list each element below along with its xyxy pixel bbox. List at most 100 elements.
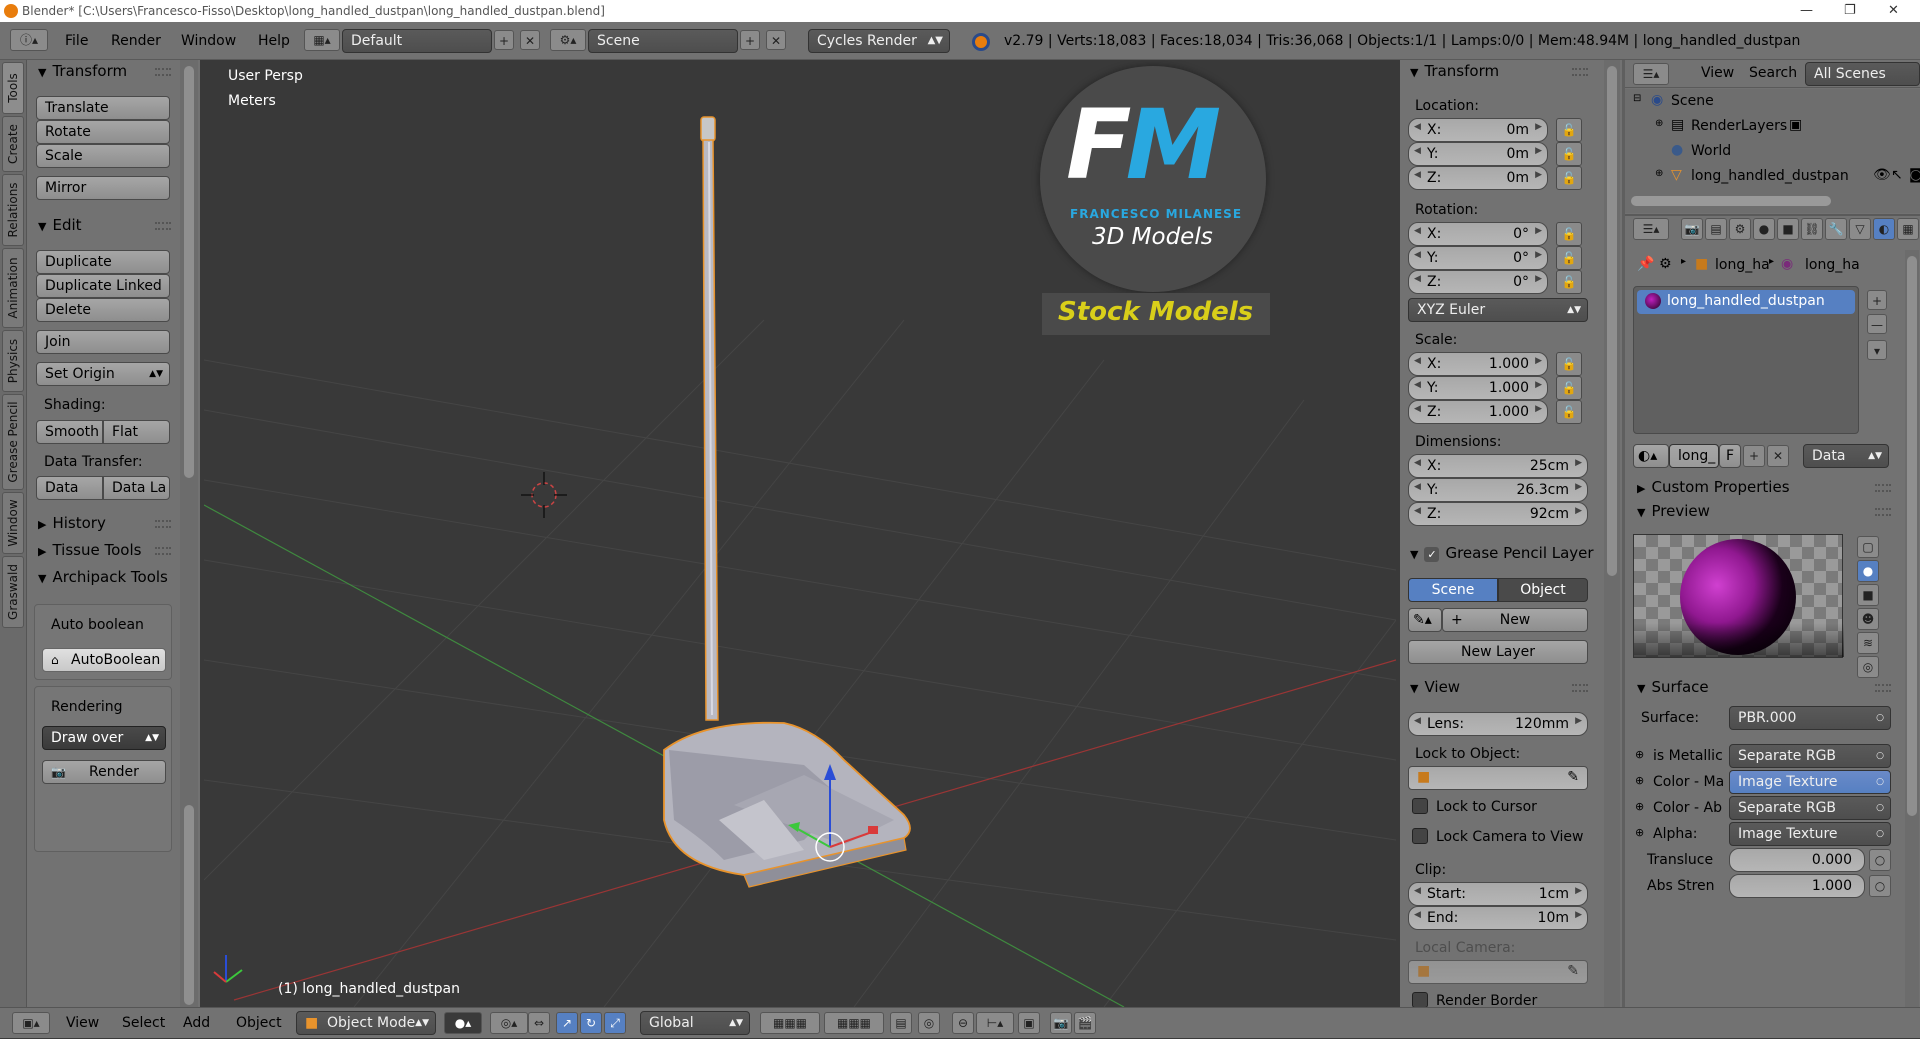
preview-cube-icon[interactable]: ■ xyxy=(1857,584,1879,606)
increment-arrow-icon[interactable]: ▶ xyxy=(1575,716,1582,726)
editor-type-3dview-icon[interactable]: ▣▴ xyxy=(12,1012,50,1034)
render-context-icon[interactable]: 📷 xyxy=(1681,218,1703,240)
rotate-manipulator-icon[interactable]: ↻ xyxy=(580,1012,602,1034)
translucent-link-icon[interactable]: ○ xyxy=(1869,849,1891,871)
panel-grip-icon[interactable] xyxy=(1875,484,1891,492)
editor-type-info-icon[interactable]: ⓘ▴ xyxy=(10,29,48,51)
viewport-shading-icon[interactable]: ●▴ xyxy=(444,1012,482,1034)
fake-user-button[interactable]: F xyxy=(1719,444,1741,468)
surface-select[interactable]: PBR.000 ○ xyxy=(1729,706,1891,730)
data-layout-button[interactable]: Data La xyxy=(103,476,170,500)
outliner-search-menu[interactable]: Search xyxy=(1749,65,1797,81)
color-ab-select[interactable]: Separate RGB ○ xyxy=(1729,796,1891,820)
abs-strength-slider[interactable]: 1.000 xyxy=(1729,874,1865,898)
mirror-button[interactable]: Mirror xyxy=(36,176,170,200)
renderlayer-toggle-icon[interactable]: ▣ xyxy=(1789,117,1802,133)
outliner-editor-icon[interactable]: ☰▴ xyxy=(1633,63,1669,85)
object-context-icon[interactable]: ■ xyxy=(1777,218,1799,240)
scrollbar-thumb[interactable] xyxy=(1607,66,1617,576)
preview-flat-icon[interactable]: ▢ xyxy=(1857,536,1879,558)
pivot-point-icon[interactable]: ◎▴ xyxy=(490,1012,528,1034)
duplicate-linked-button[interactable]: Duplicate Linked xyxy=(36,274,170,298)
socket-expand-icon[interactable]: ⊕ xyxy=(1635,826,1644,839)
dimensions-y-field[interactable]: ◀ Y: 26.3cm ▶ xyxy=(1408,478,1588,502)
outliner-scope-select[interactable]: All Scenes xyxy=(1805,62,1920,86)
snap-toggle-icon[interactable]: ⊖ xyxy=(952,1012,974,1034)
world-context-icon[interactable]: ● xyxy=(1753,218,1775,240)
outliner-item-scene[interactable]: Scene xyxy=(1671,93,1714,109)
lock-location-z-icon[interactable]: 🔓 xyxy=(1556,166,1582,190)
menu-render[interactable]: Render xyxy=(111,22,161,60)
dustpan-model[interactable] xyxy=(663,116,911,888)
renderlayer-context-icon[interactable]: ▤ xyxy=(1705,218,1727,240)
decrement-arrow-icon[interactable]: ◀ xyxy=(1414,356,1421,366)
new-material-icon[interactable]: + xyxy=(1743,445,1765,467)
scrollbar-thumb[interactable] xyxy=(1907,256,1917,816)
remove-slot-icon[interactable]: — xyxy=(1867,314,1887,334)
tissue-panel-header[interactable]: ▶ Tissue Tools xyxy=(38,541,141,559)
delete-button[interactable]: Delete xyxy=(36,298,170,322)
location-x-field[interactable]: ◀ X: 0m ▶ xyxy=(1408,118,1548,142)
material-properties-scrollbar[interactable] xyxy=(1905,250,1919,1030)
decrement-arrow-icon[interactable]: ◀ xyxy=(1414,146,1421,156)
tab-relations[interactable]: Relations xyxy=(2,174,24,246)
auto-boolean-button[interactable]: ⌂ AutoBoolean xyxy=(42,648,166,672)
browse-material-icon[interactable]: ◐▴ xyxy=(1633,444,1669,468)
lens-field[interactable]: ◀ Lens: 120mm ▶ xyxy=(1408,712,1588,736)
dimensions-x-field[interactable]: ◀ X: 25cm ▶ xyxy=(1408,454,1588,478)
location-z-field[interactable]: ◀ Z: 0m ▶ xyxy=(1408,166,1548,190)
increment-arrow-icon[interactable]: ▶ xyxy=(1535,404,1542,414)
grease-pencil-icon[interactable]: ✎▴ xyxy=(1408,608,1442,632)
eyedropper-icon[interactable]: ✎ xyxy=(1567,769,1579,785)
decrement-arrow-icon[interactable]: ◀ xyxy=(1414,226,1421,236)
outliner-item-dustpan[interactable]: long_handled_dustpan xyxy=(1691,168,1849,184)
grease-pencil-checkbox[interactable]: ✓ xyxy=(1424,547,1440,562)
minimize-icon[interactable]: — xyxy=(1800,0,1813,22)
increment-arrow-icon[interactable]: ▶ xyxy=(1575,482,1582,492)
increment-arrow-icon[interactable]: ▶ xyxy=(1575,886,1582,896)
visibility-eye-icon[interactable]: 👁 xyxy=(1873,167,1891,183)
panel-grip-icon[interactable] xyxy=(1875,684,1891,692)
preview-sphere-icon[interactable]: ● xyxy=(1857,560,1879,582)
unlink-material-icon[interactable]: ✕ xyxy=(1767,445,1789,467)
data-button[interactable]: Data xyxy=(36,476,103,500)
tab-grease-pencil[interactable]: Grease Pencil xyxy=(2,394,24,490)
preview-sky-icon[interactable]: ◎ xyxy=(1857,656,1879,678)
increment-arrow-icon[interactable]: ▶ xyxy=(1535,170,1542,180)
preview-header[interactable]: ▼ Preview xyxy=(1637,502,1710,520)
maximize-icon[interactable]: ❐ xyxy=(1844,0,1856,22)
preview-hair-icon[interactable]: ≋ xyxy=(1857,632,1879,654)
decrement-arrow-icon[interactable]: ◀ xyxy=(1414,274,1421,284)
decrement-arrow-icon[interactable]: ◀ xyxy=(1414,482,1421,492)
scrollbar-thumb[interactable] xyxy=(184,805,194,1005)
tab-create[interactable]: Create xyxy=(2,116,24,172)
data-context-icon[interactable]: ▽ xyxy=(1849,218,1871,240)
translate-manipulator-icon[interactable]: ↗ xyxy=(556,1012,578,1034)
panel-grip-icon[interactable] xyxy=(155,547,171,555)
tool-shelf-scrollbar[interactable] xyxy=(180,60,198,1007)
rotation-y-field[interactable]: ◀ Y: 0° ▶ xyxy=(1408,246,1548,270)
abs-strength-link-icon[interactable]: ○ xyxy=(1869,875,1891,897)
decrement-arrow-icon[interactable]: ◀ xyxy=(1414,506,1421,516)
view-panel-header[interactable]: ▼ View xyxy=(1410,678,1460,696)
custom-properties-header[interactable]: ▶ Custom Properties xyxy=(1637,478,1790,496)
rotation-mode-select[interactable]: XYZ Euler ▲▼ xyxy=(1408,298,1588,322)
selectable-cursor-icon[interactable]: ↖ xyxy=(1891,167,1903,183)
lock-to-object-field[interactable]: ■ ✎ xyxy=(1408,766,1588,790)
render-camera-icon[interactable]: ◙ xyxy=(1909,167,1920,183)
scale-manipulator-icon[interactable]: ⤢ xyxy=(604,1012,626,1034)
render-engine-select[interactable]: Cycles Render ▲▼ xyxy=(808,29,950,53)
grease-pencil-scene-tab[interactable]: Scene xyxy=(1408,578,1498,602)
socket-expand-icon[interactable]: ⊕ xyxy=(1635,748,1644,761)
rotation-z-field[interactable]: ◀ Z: 0° ▶ xyxy=(1408,270,1548,294)
outliner-item-renderlayers[interactable]: RenderLayers xyxy=(1691,118,1787,134)
snap-target-icon[interactable]: ▣ xyxy=(1018,1012,1040,1034)
menu-window[interactable]: Window xyxy=(181,22,236,60)
decrement-arrow-icon[interactable]: ◀ xyxy=(1414,122,1421,132)
increment-arrow-icon[interactable]: ▶ xyxy=(1535,146,1542,156)
transform-orientation-select[interactable]: Global ▲▼ xyxy=(640,1011,750,1035)
manipulator-toggle-icon[interactable]: ⇔ xyxy=(528,1012,550,1034)
expand-icon[interactable]: ⊕ xyxy=(1655,168,1663,179)
increment-arrow-icon[interactable]: ▶ xyxy=(1535,250,1542,260)
decrement-arrow-icon[interactable]: ◀ xyxy=(1414,404,1421,414)
